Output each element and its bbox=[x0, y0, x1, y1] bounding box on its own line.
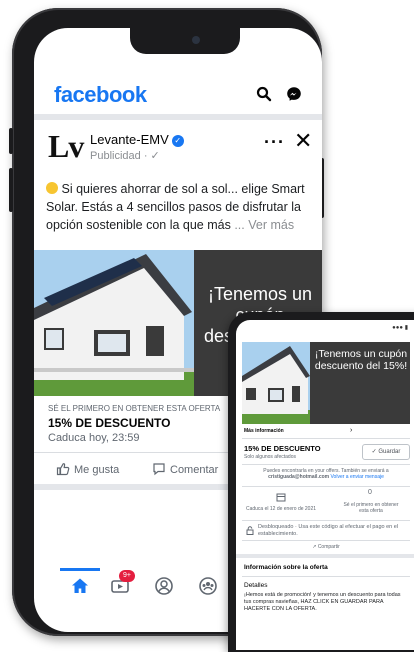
claimed-text: Sé el primero en obtener esta oferta bbox=[343, 502, 399, 514]
groups-icon[interactable] bbox=[198, 576, 218, 596]
facebook-header: facebook bbox=[34, 80, 322, 110]
more-info-link[interactable]: Más información bbox=[244, 428, 284, 434]
share-button[interactable]: ↗ Compartir bbox=[306, 544, 346, 550]
status-bar: ●●● ▮ bbox=[392, 325, 408, 331]
feed-divider bbox=[34, 114, 322, 120]
divider bbox=[242, 486, 410, 487]
active-tab-indicator bbox=[60, 568, 100, 571]
divider bbox=[242, 464, 410, 465]
divider bbox=[242, 438, 410, 439]
house-photo bbox=[242, 342, 310, 424]
offer-title[interactable]: 15% DE DESCUENTO bbox=[48, 416, 170, 430]
video-tab[interactable]: 9+ bbox=[110, 570, 135, 596]
divider bbox=[242, 520, 410, 521]
email-notice: Puedes encontrarla en your offers. Tambi… bbox=[263, 468, 389, 480]
house-photo bbox=[34, 250, 194, 396]
divider bbox=[242, 540, 410, 541]
sponsored-label: Publicidad · ✓ bbox=[90, 150, 160, 162]
calendar-icon bbox=[276, 493, 286, 502]
offer-title: 15% DE DESCUENTO bbox=[244, 444, 321, 453]
offer-ad-image: ¡Tenemos un cupón descuento del 15%! bbox=[242, 342, 410, 424]
see-more-link[interactable]: ... Ver más bbox=[234, 218, 294, 232]
offer-expiry: Caduca hoy, 23:59 bbox=[48, 432, 140, 444]
comment-button[interactable]: Comentar bbox=[152, 462, 218, 476]
divider bbox=[242, 576, 410, 577]
notification-badge: 9+ bbox=[119, 570, 135, 582]
notch bbox=[130, 28, 240, 54]
offer-label: SÉ EL PRIMERO EN OBTENER ESTA OFERTA bbox=[48, 404, 221, 413]
facebook-logo[interactable]: facebook bbox=[54, 82, 147, 108]
like-button[interactable]: Me gusta bbox=[56, 462, 119, 476]
expiry-date: Caduca el 12 de enero de 2021 bbox=[245, 506, 317, 512]
close-button[interactable]: ✕ bbox=[294, 128, 312, 154]
offer-subtitle: Solo algunos afectados bbox=[244, 454, 296, 460]
home-icon[interactable] bbox=[70, 576, 90, 596]
ad-headline-panel: ¡Tenemos un cupón descuento del 15%! bbox=[310, 342, 410, 424]
search-icon[interactable] bbox=[256, 86, 272, 102]
volume-button bbox=[9, 168, 13, 212]
lock-icon bbox=[246, 526, 254, 535]
verified-icon: ✓ bbox=[171, 135, 184, 147]
section-divider bbox=[236, 554, 414, 558]
offer-detail-screen: ●●● ▮ ¡Tenemos un cupón descuento del 15… bbox=[236, 320, 414, 650]
details-header: Detalles bbox=[244, 582, 268, 589]
thumbs-up-icon bbox=[56, 463, 70, 476]
redeem-instructions: Desbloqueado · Usa este código al efectu… bbox=[258, 524, 399, 537]
comment-icon bbox=[153, 463, 165, 476]
camera-icon bbox=[192, 36, 200, 44]
second-phone-frame: ●●● ▮ ¡Tenemos un cupón descuento del 15… bbox=[228, 312, 414, 652]
post-header: Lv Levante-EMV ✓ Publicidad · ✓ ··· ✕ bbox=[34, 126, 322, 176]
volume-button bbox=[9, 128, 13, 154]
save-button[interactable]: ✓ Guardar bbox=[362, 444, 410, 460]
profile-icon[interactable] bbox=[154, 576, 174, 596]
page-avatar[interactable]: Lv bbox=[48, 128, 84, 165]
sun-emoji-icon bbox=[46, 182, 58, 194]
more-options-button[interactable]: ··· bbox=[264, 132, 285, 153]
ad-headline: ¡Tenemos un cupón descuento del 15%! bbox=[314, 348, 408, 372]
post-text: Si quieres ahorrar de sol a sol... elige… bbox=[46, 182, 305, 232]
details-text: ¡Hemos está de promoción! y tenemos un d… bbox=[244, 592, 401, 612]
offer-info-header: Información sobre la oferta bbox=[244, 564, 328, 571]
claimed-count: 0 bbox=[368, 489, 372, 496]
resend-link[interactable]: Volver a enviar mensaje bbox=[331, 474, 384, 480]
page-name[interactable]: Levante-EMV ✓ bbox=[90, 132, 184, 147]
messenger-icon[interactable] bbox=[286, 86, 302, 102]
chevron-right-icon: › bbox=[350, 427, 353, 434]
